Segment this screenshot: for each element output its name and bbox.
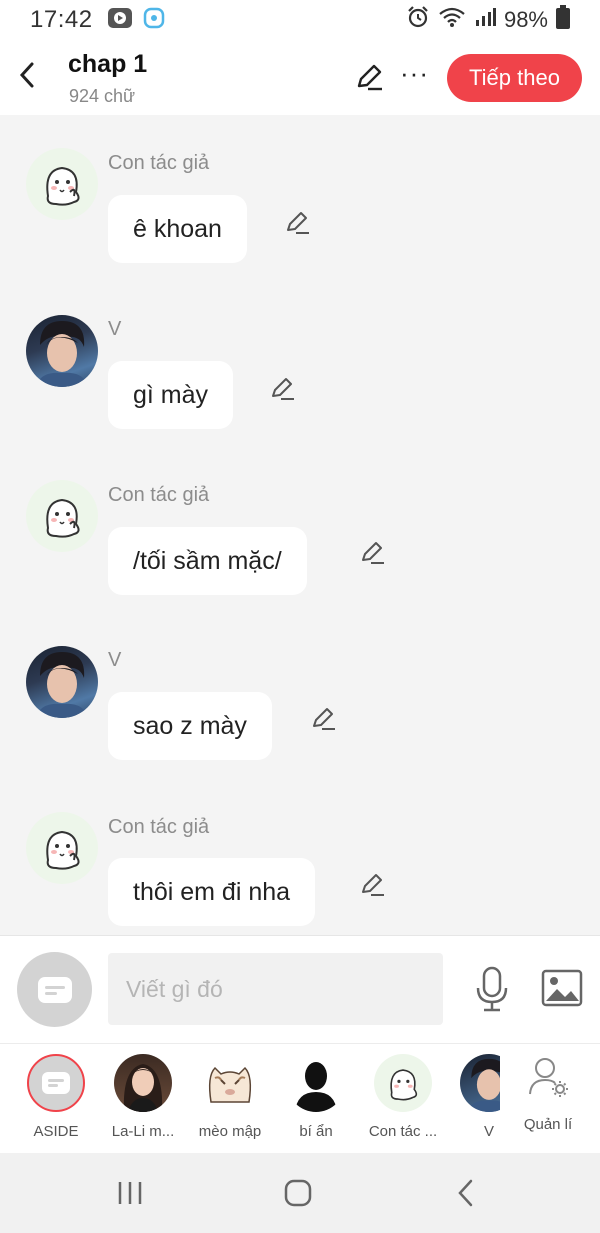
chat-bubble-icon <box>37 976 72 1003</box>
pencil-icon <box>357 64 382 91</box>
person-photo-icon <box>36 321 88 387</box>
message-composer <box>0 935 600 1043</box>
avatar-v[interactable] <box>26 646 98 718</box>
status-time: 17:42 <box>30 6 93 33</box>
character-bi-an[interactable]: bí ẩn <box>273 1054 359 1140</box>
message-bubble[interactable]: ê khoan <box>108 195 247 263</box>
sender-name: Con tác giả <box>108 152 210 174</box>
pencil-icon <box>362 542 384 564</box>
message-bubble[interactable]: thôi em đi nha <box>108 858 316 926</box>
ghost-sticker-icon <box>46 498 80 538</box>
pencil-icon <box>362 874 384 896</box>
next-chapter-button[interactable]: Tiếp theo <box>447 54 582 102</box>
system-navigation-bar <box>0 1153 600 1233</box>
ghost-sticker-icon <box>46 830 80 870</box>
edit-message-button[interactable] <box>269 375 295 401</box>
person-photo-icon <box>114 1054 172 1112</box>
message-bubble[interactable]: gì mày <box>108 361 234 429</box>
character-con-tac-gia[interactable]: Con tác ... <box>360 1054 446 1140</box>
sender-name: Con tác giả <box>108 484 210 506</box>
home-icon <box>284 1179 312 1207</box>
person-photo-icon <box>460 1054 500 1112</box>
ghost-sticker-icon <box>46 166 80 206</box>
character-meo-map[interactable]: mèo mập <box>187 1054 273 1140</box>
chevron-left-icon <box>19 62 34 88</box>
character-label: La-Li m... <box>111 1123 175 1140</box>
character-label: Con tác ... <box>368 1123 438 1140</box>
edit-message-button[interactable] <box>359 539 385 565</box>
voice-input-button[interactable] <box>474 966 510 1012</box>
pencil-icon <box>313 708 335 730</box>
person-photo-icon <box>36 652 88 718</box>
pencil-icon <box>272 378 294 400</box>
pencil-icon <box>287 212 309 234</box>
word-count: 924 chữ <box>69 86 136 106</box>
back-button[interactable] <box>14 60 40 90</box>
character-label: ASIDE <box>33 1123 79 1140</box>
aside-speaker-button[interactable] <box>17 952 92 1027</box>
cat-sticker-icon <box>201 1054 259 1112</box>
silhouette-icon <box>287 1054 345 1112</box>
more-icon: ··· <box>400 58 429 88</box>
sender-name: V <box>108 318 122 340</box>
signal-icon <box>474 6 496 34</box>
manage-characters-button[interactable]: Quản lí <box>518 1054 578 1133</box>
avatar-ghost[interactable] <box>26 148 98 220</box>
recent-apps-button[interactable] <box>110 1175 150 1211</box>
ghost-sticker-icon <box>374 1054 432 1112</box>
chevron-left-icon <box>458 1179 473 1207</box>
insert-image-button[interactable] <box>541 968 583 1008</box>
user-settings-icon <box>529 1058 568 1097</box>
manage-label: Quản lí <box>523 1116 573 1133</box>
sender-name: Con tác giả <box>108 816 210 838</box>
messenger-app-icon <box>143 7 165 34</box>
chapter-header: chap 1 924 chữ ··· Tiếp theo <box>0 40 600 115</box>
message-input[interactable] <box>108 953 443 1025</box>
avatar-ghost[interactable] <box>26 812 98 884</box>
message-list[interactable]: Con tác giả ê khoan V gì mày Con tác giả… <box>0 115 600 935</box>
character-v[interactable]: V <box>446 1054 500 1140</box>
edit-message-button[interactable] <box>310 705 336 731</box>
message-bubble[interactable]: /tối sầm mặc/ <box>108 527 307 595</box>
edit-title-button[interactable] <box>354 62 384 92</box>
more-options-button[interactable]: ··· <box>400 58 429 89</box>
edit-message-button[interactable] <box>284 209 310 235</box>
battery-percent: 98% <box>503 7 548 32</box>
character-aside[interactable]: ASIDE <box>13 1054 99 1140</box>
alarm-icon <box>406 5 430 35</box>
sender-name: V <box>108 649 122 671</box>
character-label: bí ẩn <box>299 1123 333 1140</box>
character-label: V <box>483 1123 494 1140</box>
microphone-icon <box>476 966 508 1012</box>
message-bubble[interactable]: sao z mày <box>108 692 272 760</box>
character-label: mèo mập <box>198 1123 262 1140</box>
avatar-v[interactable] <box>26 315 98 387</box>
battery-icon <box>556 5 570 35</box>
image-icon <box>541 969 583 1007</box>
character-bar: ASIDE La-Li m... mèo mập bí ẩn Con tác .… <box>0 1043 600 1153</box>
aside-icon <box>27 1054 85 1112</box>
wifi-icon <box>438 6 466 34</box>
system-back-button[interactable] <box>446 1175 486 1211</box>
chapter-title[interactable]: chap 1 <box>68 50 147 79</box>
character-list[interactable]: ASIDE La-Li m... mèo mập bí ẩn Con tác .… <box>0 1044 500 1154</box>
avatar-ghost[interactable] <box>26 480 98 552</box>
edit-message-button[interactable] <box>359 871 385 897</box>
video-app-icon <box>107 7 133 34</box>
character-la-li[interactable]: La-Li m... <box>100 1054 186 1140</box>
recent-apps-icon <box>118 1182 142 1204</box>
home-button[interactable] <box>278 1175 318 1211</box>
status-bar: 17:42 98% <box>0 0 600 40</box>
